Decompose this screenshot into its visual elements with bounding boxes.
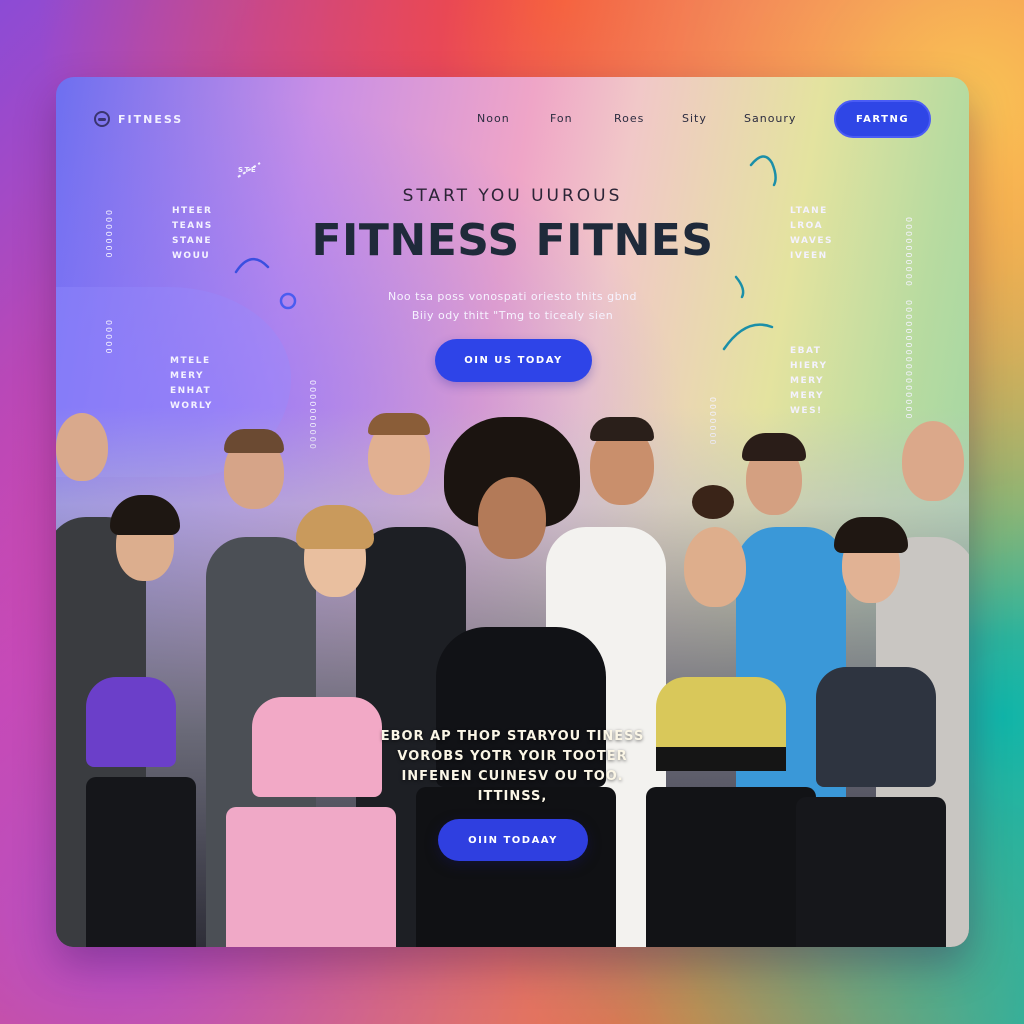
logo-icon bbox=[94, 111, 110, 127]
nav-link-sanoury[interactable]: Sanoury bbox=[744, 112, 796, 125]
brand-name: FITNESS bbox=[118, 112, 184, 126]
brand-logo[interactable]: FITNESS bbox=[94, 111, 183, 127]
join-us-today-button[interactable]: OIN US TODAY bbox=[435, 339, 592, 382]
body-copy-line-1: EBOR AP THOP STARYOU TINESS bbox=[380, 729, 645, 744]
nav-link-noon[interactable]: Noon bbox=[477, 112, 510, 125]
nav-cta-button[interactable]: FARTNG bbox=[834, 100, 931, 138]
join-today-button[interactable]: OIIN TODAAY bbox=[438, 819, 588, 861]
body-copy-line-2: VOROBS YOTR YOIR TOOTER bbox=[397, 749, 628, 764]
deco-text-left-mid: MTELE MERY ENHAT WORLY bbox=[170, 356, 213, 411]
hero-subtitle-line-1: Noo tsa poss vonospati oriesto thits gbn… bbox=[387, 290, 638, 303]
deco-vertical-text-left-2: 00000 bbox=[104, 320, 113, 356]
body-copy-line-4: ITTINSS, bbox=[477, 789, 548, 804]
body-copy-line-3: INFENEN CUINESV OU TOO. bbox=[401, 769, 624, 784]
landing-page-card: FITNESS Noon Fon Roes Sity Sanoury FARTN… bbox=[56, 77, 969, 947]
deco-text-tiny: STE bbox=[238, 166, 258, 174]
nav-link-fon[interactable]: Fon bbox=[550, 112, 573, 125]
hero-eyebrow: START YOU UUROUS bbox=[402, 186, 623, 206]
group-photo bbox=[56, 407, 969, 947]
hero-subtitle-line-2: Biiy ody thitt "Tmg to ticealy sien bbox=[411, 309, 614, 322]
nav-link-roes[interactable]: Roes bbox=[614, 112, 644, 125]
hero-subtitle: Noo tsa poss vonospati oriesto thits gbn… bbox=[56, 287, 969, 325]
body-copy: EBOR AP THOP STARYOU TINESS VOROBS YOTR … bbox=[56, 727, 969, 807]
nav-link-sity[interactable]: Sity bbox=[682, 112, 707, 125]
hero-headline: FITNESS FITNES bbox=[311, 215, 714, 266]
